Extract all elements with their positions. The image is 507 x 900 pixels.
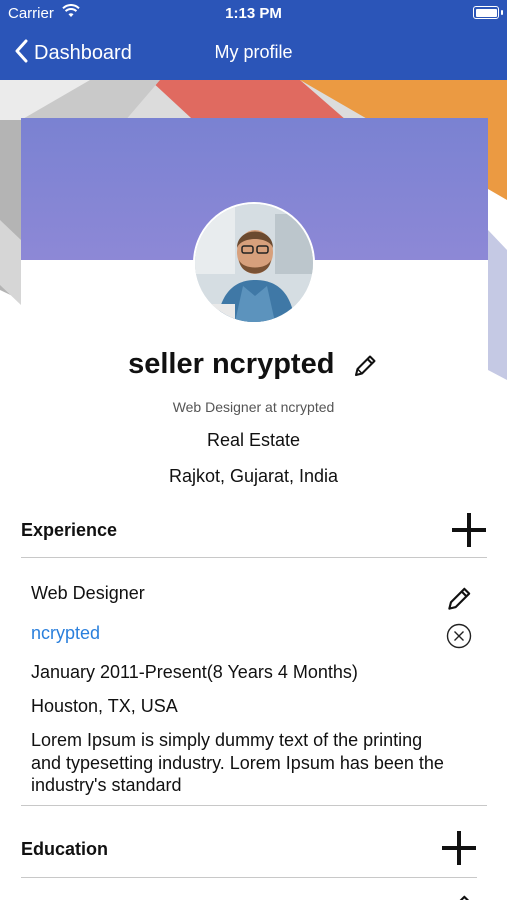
experience-divider <box>21 557 487 558</box>
experience-company-link[interactable]: ncrypted <box>31 623 100 644</box>
battery-icon <box>473 6 499 19</box>
profile-name: seller ncrypted <box>128 348 335 380</box>
edit-experience-pencil-icon[interactable] <box>444 584 474 619</box>
experience-period: January 2011-Present(8 Years 4 Months) <box>31 662 358 682</box>
battery-tip <box>501 10 503 15</box>
experience-description: Lorem Ipsum is simply dummy text of the … <box>31 730 444 795</box>
avatar[interactable] <box>193 202 315 324</box>
status-bar: Carrier 1:13 PM <box>0 0 507 28</box>
education-divider <box>21 877 477 878</box>
page-title: My profile <box>214 42 293 62</box>
education-heading: Education <box>21 839 109 859</box>
edit-education-pencil-icon[interactable] <box>444 892 474 900</box>
profile-name-row: seller ncrypted <box>0 348 507 385</box>
experience-item-divider <box>21 805 487 806</box>
experience-location: Houston, TX, USA <box>31 696 178 716</box>
experience-job-title: Web Designer <box>31 583 145 603</box>
profile-industry: Real Estate <box>206 430 301 450</box>
experience-heading: Experience <box>21 520 118 540</box>
edit-name-pencil-icon[interactable] <box>351 352 379 385</box>
nav-bar: Dashboard My profile <box>0 28 507 80</box>
add-experience-plus-icon[interactable] <box>450 511 488 554</box>
profile-location: Rajkot, Gujarat, India <box>168 466 339 486</box>
profile-headline: Web Designer at ncrypted <box>172 399 335 415</box>
delete-experience-close-icon[interactable] <box>446 623 472 654</box>
add-education-plus-icon[interactable] <box>440 829 478 872</box>
clock: 1:13 PM <box>225 5 282 22</box>
